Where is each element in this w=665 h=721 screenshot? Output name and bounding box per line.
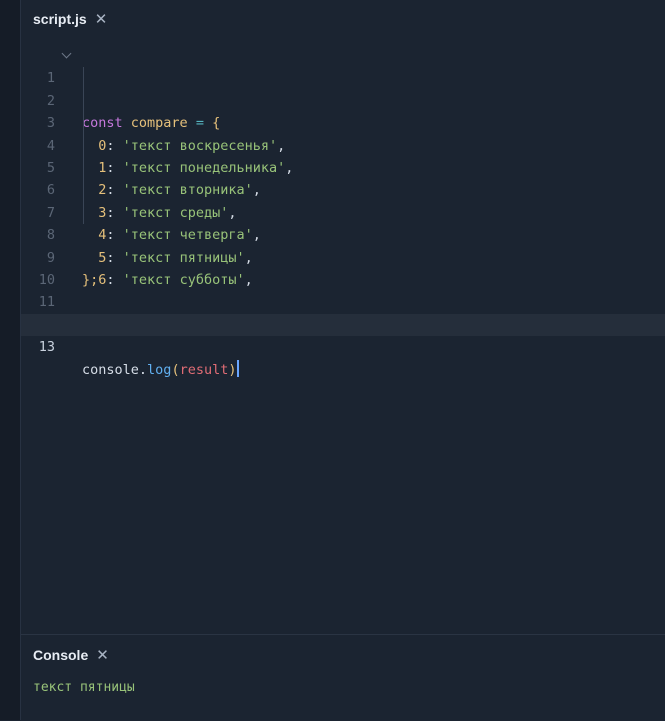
tab-script-js[interactable]: script.js ✕ — [33, 8, 107, 30]
code-line: 8 6: 'текст субботы', — [21, 201, 665, 288]
code-line: 3 1: 'текст понедельника', — [21, 89, 665, 176]
code-line: 4 2: 'текст вторника', — [21, 112, 665, 198]
code-editor[interactable]: script.js ✕ 1 const compare = { 2 0: 'те… — [21, 0, 665, 633]
code-line: 9 }; — [21, 224, 665, 288]
indent-guide — [83, 201, 84, 225]
code-line: 10 — [21, 247, 665, 288]
console-output: текст пятницы — [33, 680, 135, 695]
code-line-active: 13 console.log(result) — [21, 313, 665, 378]
code-line: 6 4: 'текст четверга', — [21, 156, 665, 243]
text-cursor — [236, 359, 239, 377]
code-line: 5 3: 'текст среды', — [21, 134, 665, 221]
code-area[interactable]: 1 const compare = { 2 0: 'текст воскресе… — [21, 45, 665, 378]
code-line: 1 const compare = { — [21, 45, 665, 131]
indent-guide — [83, 179, 84, 202]
code-line: 2 0: 'текст воскресенья', — [21, 67, 665, 154]
code-line: 12 — [21, 291, 665, 333]
method-name: log — [147, 361, 172, 378]
indent-guide — [83, 134, 84, 157]
indent-guide — [83, 67, 84, 90]
tab-console[interactable]: Console ✕ — [33, 644, 109, 666]
indent-guide — [83, 89, 84, 113]
object-ref: console — [82, 361, 139, 378]
close-icon[interactable]: ✕ — [96, 648, 109, 663]
console-panel: Console ✕ текст пятницы — [21, 634, 665, 721]
code-line: 7 5: 'текст пятницы', — [21, 179, 665, 266]
tab-label: script.js — [33, 11, 87, 27]
editor-tabbar: script.js ✕ — [21, 0, 665, 36]
chevron-down-icon[interactable] — [61, 48, 72, 59]
console-tab-label: Console — [33, 647, 89, 663]
indent-guide — [83, 156, 84, 180]
close-icon[interactable]: ✕ — [95, 12, 108, 27]
code-line: 11 const result = compare[new Date().get… — [21, 269, 665, 332]
left-strip — [0, 0, 21, 720]
line-number: 13 — [38, 339, 55, 356]
indent-guide — [83, 112, 84, 135]
argument: result — [179, 361, 229, 378]
